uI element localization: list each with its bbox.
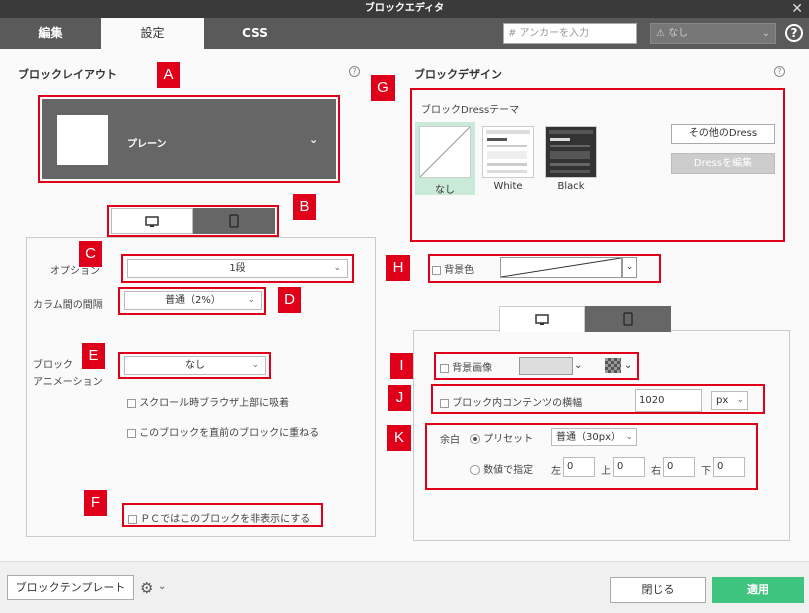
anchor-select-value: なし <box>668 28 689 39</box>
annotation-box-j <box>431 384 765 414</box>
scroll-sticky-checkbox[interactable]: スクロール時ブラウザ上部に吸着 <box>127 394 289 409</box>
close-button[interactable]: 閉じる <box>610 577 706 603</box>
checkbox-icon <box>127 428 136 438</box>
annotation-box-g <box>410 88 785 242</box>
annotation-label-i: I <box>390 353 413 379</box>
anchor-input[interactable]: # アンカーを入力 <box>503 23 637 44</box>
annotation-label-b: B <box>293 194 316 220</box>
annotation-label-d: D <box>278 287 301 313</box>
tab-edit[interactable]: 編集 <box>0 18 101 49</box>
help-icon-layout[interactable]: ? <box>349 66 360 77</box>
annotation-label-h: H <box>386 255 410 281</box>
annotation-label-k: K <box>387 425 411 451</box>
annotation-box-c <box>121 254 354 283</box>
window-title: ブロックエディタ <box>0 0 809 18</box>
gear-icon[interactable]: ⚙ <box>140 579 153 597</box>
annotation-box-a <box>38 95 340 183</box>
block-layout-title: ブロックレイアウト <box>18 68 117 81</box>
close-icon[interactable]: ✕ <box>791 0 803 18</box>
annotation-box-k <box>425 423 758 490</box>
anchor-select[interactable]: ⚠ なし ⌄ <box>650 23 776 44</box>
annotation-box-f <box>122 503 323 527</box>
animation-label-1: ブロック <box>33 360 73 371</box>
tab-css[interactable]: CSS <box>204 18 306 49</box>
annotation-box-d <box>118 287 266 315</box>
annotation-label-j: J <box>388 385 411 411</box>
annotation-box-b <box>107 205 279 237</box>
overlap-text: このブロックを直前のブロックに重ねる <box>139 428 320 439</box>
design-desktop-tab[interactable] <box>499 306 585 332</box>
annotation-box-e <box>118 352 271 379</box>
block-design-title: ブロックデザイン <box>414 68 502 81</box>
annotation-label-e: E <box>82 343 105 369</box>
desktop-icon <box>535 314 549 325</box>
design-mobile-tab[interactable] <box>585 306 671 332</box>
chevron-down-icon[interactable]: ⌄ <box>158 581 166 592</box>
annotation-label-f: F <box>84 490 107 516</box>
mobile-icon <box>623 312 633 326</box>
annotation-label-a: A <box>157 62 180 88</box>
annotation-box-h <box>428 254 661 283</box>
animation-label-2: アニメーション <box>33 377 103 388</box>
anchor-select-icon: ⚠ <box>656 28 669 39</box>
tab-settings[interactable]: 設定 <box>101 18 204 49</box>
overlap-checkbox[interactable]: このブロックを直前のブロックに重ねる <box>127 424 319 439</box>
help-icon[interactable]: ? <box>785 24 803 42</box>
block-template-button[interactable]: ブロックテンプレート <box>7 575 134 600</box>
checkbox-icon <box>127 398 136 408</box>
column-gap-label: カラム間の間隔 <box>33 300 103 311</box>
annotation-label-g: G <box>371 75 395 101</box>
help-icon-design[interactable]: ? <box>774 66 785 77</box>
chevron-down-icon: ⌄ <box>761 28 770 39</box>
annotation-label-c: C <box>79 241 102 267</box>
scroll-sticky-text: スクロール時ブラウザ上部に吸着 <box>139 398 290 409</box>
apply-button[interactable]: 適用 <box>712 577 804 603</box>
annotation-box-i <box>434 352 639 380</box>
